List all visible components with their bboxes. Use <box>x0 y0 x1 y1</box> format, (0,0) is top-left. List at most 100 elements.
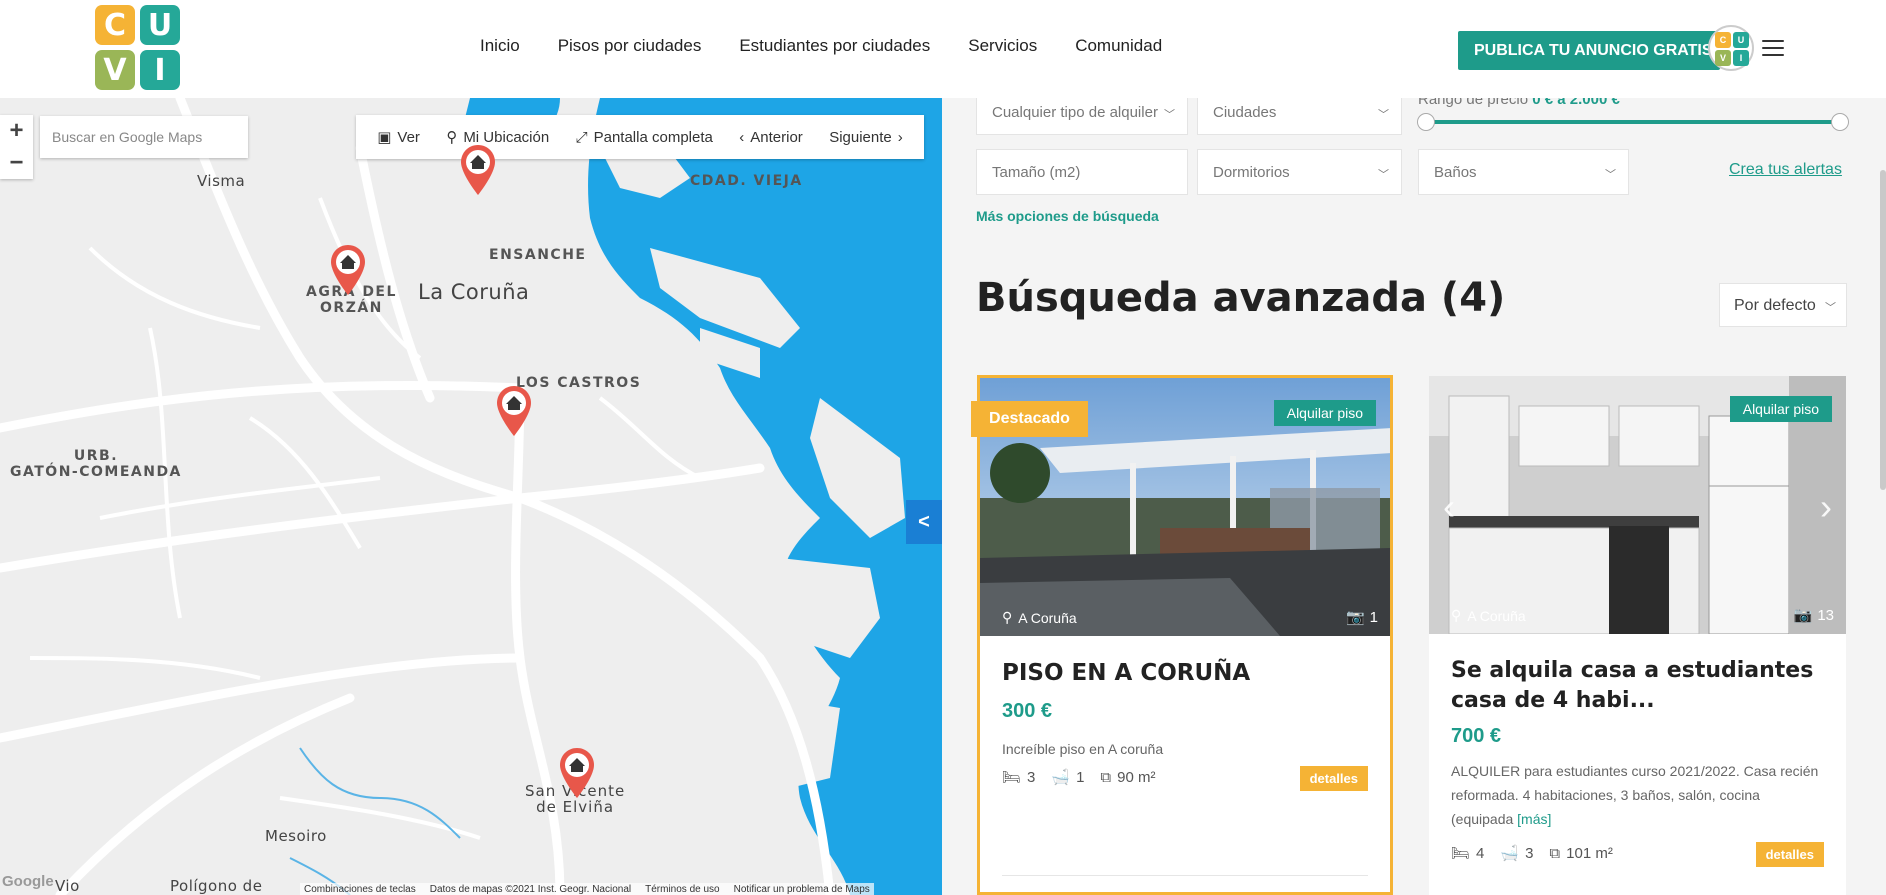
property-card[interactable]: Alquilar piso ⚲ A Coruña 📷 1 PISO EN A C… <box>977 375 1393 895</box>
baths-spec: 🛁 1 <box>1051 768 1085 787</box>
map-label-cdad-vieja: CDAD. VIEJA <box>690 173 803 189</box>
property-photo[interactable]: ‹ › Alquilar piso ⚲ A Coruña 📷 13 <box>1429 376 1846 634</box>
main-nav: Inicio Pisos por ciudades Estudiantes po… <box>480 36 1162 56</box>
size-input[interactable]: Tamaño (m2) <box>976 149 1188 195</box>
chevron-left-icon: ‹ <box>739 128 745 146</box>
photo-count-value: 1 <box>1369 608 1378 626</box>
view-label: Ver <box>397 128 420 146</box>
nav-servicios[interactable]: Servicios <box>968 36 1037 56</box>
card-title[interactable]: PISO EN A CORUÑA <box>1002 658 1250 688</box>
view-button[interactable]: ▣ Ver <box>377 128 420 147</box>
bathtub-icon: 🛁 <box>1500 845 1520 862</box>
price-min-handle[interactable] <box>1417 113 1435 131</box>
price-max-handle[interactable] <box>1831 113 1849 131</box>
details-button[interactable]: detalles <box>1755 842 1824 867</box>
map-label-poligono: Polígono de <box>170 877 263 895</box>
location-pin-icon: ⚲ <box>1451 607 1462 623</box>
area-icon: ⧉ <box>1100 768 1112 786</box>
page-scrollbar[interactable] <box>1880 170 1886 490</box>
beds-spec: 🛏 4 <box>1451 844 1484 863</box>
bathrooms-value: Baños <box>1434 164 1477 181</box>
bed-icon: 🛏 <box>1002 769 1022 786</box>
image-icon: ▣ <box>377 129 392 146</box>
area-icon: ⧉ <box>1549 844 1561 862</box>
create-alerts-link[interactable]: Crea tus alertas <box>1729 161 1842 179</box>
read-more-link[interactable]: [más] <box>1517 811 1551 827</box>
hamburger-menu-icon[interactable] <box>1762 40 1784 56</box>
beds-value: 3 <box>1027 768 1036 786</box>
chevron-down-icon: ﹀ <box>1378 169 1389 181</box>
map-toolbar: ▣ Ver ⚲ Mi Ubicación ⤢ Pantalla completa… <box>356 115 924 159</box>
area-spec: ⧉ 90 m² <box>1100 769 1155 786</box>
baths-value: 3 <box>1525 844 1534 862</box>
map-panel[interactable]: + − Buscar en Google Maps ▣ Ver ⚲ Mi Ubi… <box>0 98 942 895</box>
bathrooms-select[interactable]: Baños ﹀ <box>1418 149 1629 195</box>
collapse-map-button[interactable]: < <box>906 500 942 544</box>
rent-type-value: Cualquier tipo de alquiler <box>992 104 1158 121</box>
card-title[interactable]: Se alquila casa a estudiantes casa de 4 … <box>1451 656 1821 716</box>
previous-button[interactable]: ‹ Anterior <box>739 129 803 146</box>
map-marker-pin-icon[interactable] <box>458 143 498 197</box>
map-marker-pin-icon[interactable] <box>494 384 534 438</box>
map-marker-pin-icon[interactable] <box>328 243 368 297</box>
card-description-text: ALQUILER para estudiantes curso 2021/202… <box>1451 763 1819 827</box>
more-search-options-link[interactable]: Más opciones de búsqueda <box>976 208 1159 224</box>
publish-ad-button[interactable]: PUBLICA TU ANUNCIO GRATIS <box>1458 31 1720 70</box>
map-canvas[interactable] <box>0 98 942 895</box>
chevron-down-icon: ﹀ <box>1164 109 1175 121</box>
carousel-prev-icon[interactable]: ‹ <box>1443 486 1455 528</box>
map-footer-report[interactable]: Notificar un problema de Maps <box>734 884 870 895</box>
map-footer-terms[interactable]: Términos de uso <box>645 884 719 895</box>
carousel-next-icon[interactable]: › <box>1820 486 1832 528</box>
previous-label: Anterior <box>750 128 803 146</box>
logo-letter: C <box>95 5 135 45</box>
photo-count: 📷 1 <box>1346 608 1378 627</box>
map-label-visma: Visma <box>197 172 246 190</box>
sort-select[interactable]: Por defecto ﹀ <box>1719 283 1847 327</box>
map-label-los-castros: LOS CASTROS <box>516 375 642 391</box>
map-marker-pin-icon[interactable] <box>557 746 597 800</box>
baths-value: 1 <box>1076 768 1085 786</box>
chevron-down-icon: ﹀ <box>1825 302 1836 314</box>
bed-icon: 🛏 <box>1451 845 1471 862</box>
rent-badge: Alquilar piso <box>1729 396 1832 422</box>
chevron-down-icon: ﹀ <box>1605 169 1616 181</box>
location-pin-icon: ⚲ <box>446 129 458 146</box>
zoom-out-button[interactable]: − <box>0 147 33 179</box>
card-location: ⚲ A Coruña <box>1002 609 1077 626</box>
photo-count-value: 13 <box>1817 606 1834 624</box>
featured-badge: Destacado <box>971 401 1088 437</box>
price-range-slider[interactable] <box>1417 113 1849 131</box>
map-label-mesoiro: Mesoiro <box>265 827 327 845</box>
bedrooms-value: Dormitorios <box>1213 164 1290 181</box>
zoom-in-button[interactable]: + <box>0 115 33 147</box>
map-footer-data: Datos de mapas ©2021 Inst. Geogr. Nacion… <box>429 884 632 895</box>
map-footer: Combinaciones de teclas Datos de mapas ©… <box>300 883 874 895</box>
fullscreen-button[interactable]: ⤢ Pantalla completa <box>576 129 713 146</box>
zoom-controls: + − <box>0 115 33 179</box>
area-value: 90 m² <box>1117 768 1156 786</box>
map-search-input[interactable]: Buscar en Google Maps <box>40 116 248 158</box>
nav-inicio[interactable]: Inicio <box>480 36 520 56</box>
area-value: 101 m² <box>1566 844 1613 862</box>
nav-estudiantes-por-ciudades[interactable]: Estudiantes por ciudades <box>739 36 930 56</box>
baths-spec: 🛁 3 <box>1500 844 1534 863</box>
map-label-ensanche: ENSANCHE <box>489 247 587 263</box>
fullscreen-label: Pantalla completa <box>593 128 713 146</box>
card-specs: 🛏 4 🛁 3 ⧉ 101 m² <box>1451 844 1613 863</box>
area-spec: ⧉ 101 m² <box>1549 845 1612 862</box>
nav-pisos-por-ciudades[interactable]: Pisos por ciudades <box>558 36 702 56</box>
user-avatar[interactable]: C U V I <box>1708 25 1754 71</box>
expand-icon: ⤢ <box>575 128 588 146</box>
property-card[interactable]: ‹ › Alquilar piso ⚲ A Coruña 📷 13 Se alq… <box>1429 376 1846 895</box>
size-placeholder: Tamaño (m2) <box>992 164 1081 181</box>
map-footer-shortcuts[interactable]: Combinaciones de teclas <box>304 884 416 895</box>
next-button[interactable]: Siguiente › <box>829 129 903 146</box>
bedrooms-select[interactable]: Dormitorios ﹀ <box>1197 149 1402 195</box>
nav-comunidad[interactable]: Comunidad <box>1075 36 1162 56</box>
logo-letter: V <box>95 50 135 90</box>
beds-spec: 🛏 3 <box>1002 768 1036 787</box>
cuvi-logo[interactable]: C U V I <box>95 5 180 90</box>
avatar-letter: U <box>1733 32 1749 48</box>
details-button[interactable]: detalles <box>1299 766 1368 791</box>
